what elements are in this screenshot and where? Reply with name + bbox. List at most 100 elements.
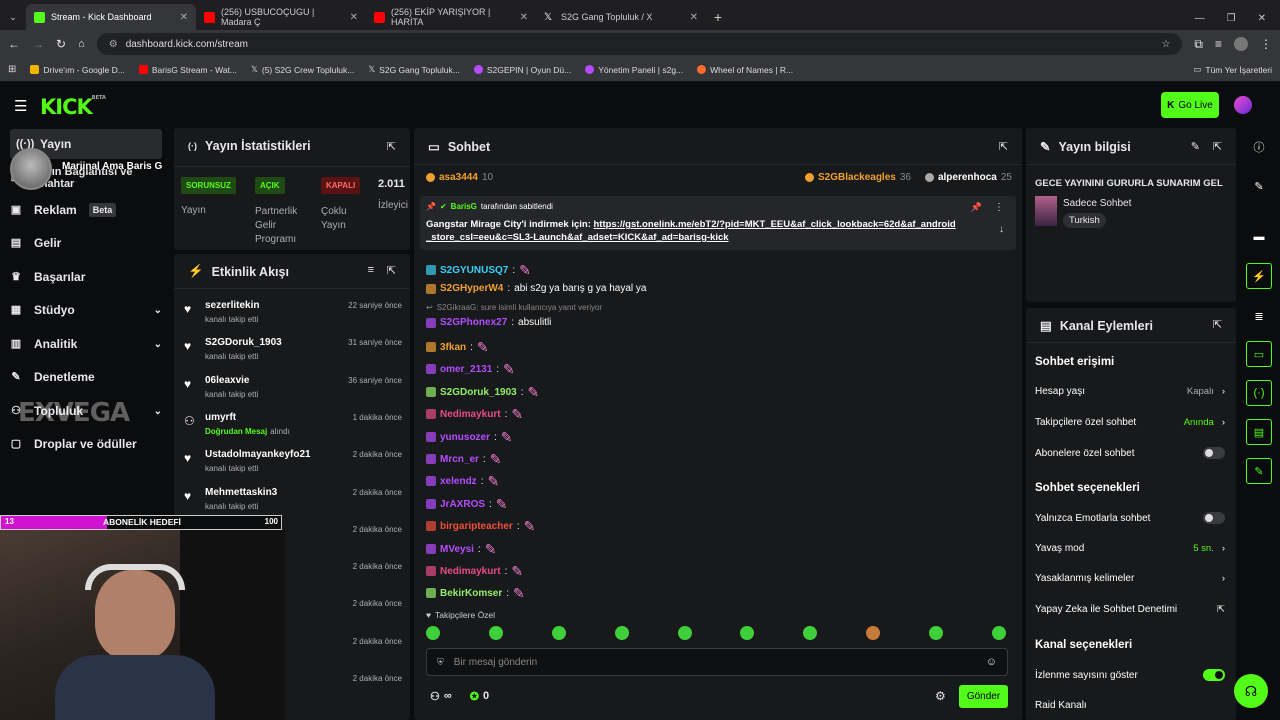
list-icon[interactable]: ≣ <box>1246 303 1272 329</box>
filter-icon[interactable]: ≡ <box>368 264 374 276</box>
close-tab-icon[interactable]: ✕ <box>180 12 188 23</box>
chat-username[interactable]: MVeysi <box>440 544 474 555</box>
activity-event[interactable]: ⚇ umyrft Doğrudan Mesaj alındı 1 dakika önce <box>182 410 402 447</box>
bookmark-item[interactable]: S2GEPIN | Oyun Dü... <box>473 65 571 75</box>
activity-event[interactable]: ♥ Ustadolmayankeyfo21 kanalı takip etti 2 d… <box>182 447 402 484</box>
sidebar-item-studyo[interactable]: ▦ Stüdyo ⌄ <box>10 296 162 324</box>
expand-icon[interactable]: ↓ <box>999 224 1004 235</box>
profile-avatar[interactable] <box>1234 37 1248 51</box>
chat-message[interactable]: BekirKomser: ✎ <box>426 585 529 601</box>
bookmark-item[interactable]: Wheel of Names | R... <box>697 65 793 75</box>
chat-message[interactable]: S2GYUNUSQ7: ✎ <box>426 262 535 278</box>
sidebar-item-analitik[interactable]: ▥ Analitik ⌄ <box>10 330 162 358</box>
activity-event[interactable]: ♥ sezerlitekin kanalı takip etti 22 saniye … <box>182 298 402 335</box>
bookmarks-folder[interactable]: ▭ Tüm Yer İşaretleri <box>1193 64 1272 75</box>
chat-username[interactable]: yunusozer <box>440 432 490 443</box>
pinned-message[interactable]: 📌 ✔ BarisG tarafından sabitlendi 📌 ⋮ ↓ G… <box>420 196 1016 250</box>
close-window-icon[interactable]: ✕ <box>1258 13 1266 24</box>
emote-icon[interactable] <box>803 626 818 640</box>
chat-username[interactable]: birgaripteacher <box>440 521 513 532</box>
sidebar-item-droplar[interactable]: ▢ Droplar ve ödüller <box>10 430 162 458</box>
sidebar-item-basarilar[interactable]: ♛ Başarılar <box>10 263 162 291</box>
emote-icon[interactable] <box>740 626 755 640</box>
sidebar-item-reklam[interactable]: ▣ Reklam Beta <box>10 196 162 224</box>
info-icon[interactable]: ⓘ <box>1246 134 1272 160</box>
emote-only-toggle[interactable] <box>1203 512 1225 524</box>
bookmark-star-icon[interactable]: ☆ <box>1161 39 1170 50</box>
popout-icon[interactable]: ⇱ <box>999 140 1008 153</box>
forward-icon[interactable]: → <box>32 37 44 51</box>
reload-icon[interactable]: ↻ <box>56 37 66 51</box>
bookmark-item[interactable]: BarisG Stream - Wat... <box>138 65 237 75</box>
more-icon[interactable]: ⋮ <box>994 202 1004 213</box>
menu-icon[interactable]: ⋮ <box>1260 37 1272 51</box>
edit-icon[interactable]: ✎ <box>1246 173 1272 199</box>
site-info-icon[interactable]: ⚙ <box>109 39 118 50</box>
kick-logo[interactable]: KICKBETA <box>40 95 106 119</box>
chat-username[interactable]: xelendz <box>440 476 477 487</box>
chat-message[interactable]: Mrcn_er: ✎ <box>426 451 506 467</box>
hamburger-menu-icon[interactable]: ☰ <box>14 97 27 115</box>
chat-message[interactable]: omer_2131: ✎ <box>426 361 519 377</box>
emote-icon[interactable] <box>614 626 629 640</box>
chat-message[interactable]: 3fkan: ✎ <box>426 339 493 355</box>
chat-username[interactable]: BekirKomser <box>440 588 502 599</box>
chat-message[interactable]: yunusozer: ✎ <box>426 429 517 445</box>
viewers-stat[interactable]: ⚇ ∞ <box>430 690 452 703</box>
close-tab-icon[interactable]: ✕ <box>690 12 698 23</box>
popout-icon[interactable]: ⇱ <box>387 140 396 153</box>
actions-icon[interactable]: ▤ <box>1246 419 1272 445</box>
chat-icon[interactable]: ▭ <box>1246 341 1272 367</box>
bookmark-item[interactable]: Yönetim Paneli | s2g... <box>585 65 683 75</box>
chat-username[interactable]: S2GYUNUSQ7 <box>440 265 508 276</box>
unpin-icon[interactable]: 📌 <box>971 202 982 213</box>
emote-icon[interactable] <box>677 626 692 640</box>
minimize-icon[interactable]: — <box>1195 13 1205 24</box>
banned-words-option[interactable]: Yasaklanmış kelimeler › <box>1035 573 1225 584</box>
popout-icon[interactable]: ⇱ <box>1213 318 1222 331</box>
apps-icon[interactable]: ⊞ <box>8 64 16 75</box>
chat-message[interactable]: JrAXROS: ✎ <box>426 496 512 512</box>
slow-mode-option[interactable]: Yavaş mod 5 sn. › <box>1035 543 1225 554</box>
emote-icon[interactable] <box>488 626 503 640</box>
chat-message[interactable]: Nedimaykurt: ✎ <box>426 563 527 579</box>
broadcast-icon[interactable]: (·) <box>1246 380 1272 406</box>
bookmark-item[interactable]: Drive'ım - Google D... <box>30 65 125 75</box>
sidebar-item-denetleme[interactable]: ✎ Denetleme <box>10 363 162 391</box>
sidebar-item-gelir[interactable]: ▤ Gelir <box>10 229 162 257</box>
chat-username[interactable]: S2GDoruk_1903 <box>440 387 517 398</box>
chat-username[interactable]: Nedimaykurt <box>440 409 501 420</box>
ai-moderation-option[interactable]: Yapay Zeka ile Sohbet Denetimi ⇱ <box>1035 604 1225 615</box>
browser-tab-youtube-1[interactable]: (256) USBUCOÇUGU | Madara Ç ✕ <box>196 4 366 30</box>
chat-username[interactable]: S2GHyperW4 <box>440 283 503 294</box>
chat-message[interactable]: S2GPhonex27: absulitli <box>426 317 551 328</box>
popout-icon[interactable]: ⇱ <box>1213 140 1222 153</box>
url-field[interactable]: ⚙ dashboard.kick.com/stream ☆ <box>96 33 1183 55</box>
back-icon[interactable]: ← <box>8 37 20 51</box>
user-avatar[interactable] <box>1234 96 1252 114</box>
restore-icon[interactable]: ❐ <box>1227 13 1236 24</box>
browser-tab-youtube-2[interactable]: (256) EKİP YARIŞIYOR | HARİTA ✕ <box>366 4 536 30</box>
raid-option[interactable]: Raid Kanalı <box>1035 700 1225 711</box>
top-user[interactable]: S2GBlackeagles 36 <box>805 172 911 183</box>
top-user[interactable]: alperenhoca 25 <box>924 172 1012 183</box>
emote-icon[interactable] <box>991 626 1006 640</box>
chat-message[interactable]: S2GHyperW4: abi s2g ya barış g ya hayal y… <box>426 283 646 294</box>
bookmark-item[interactable]: 𝕏 S2G Gang Topluluk... <box>368 64 460 75</box>
chat-username[interactable]: JrAXROS <box>440 499 485 510</box>
chat-message[interactable]: S2GDoruk_1903: ✎ <box>426 384 544 400</box>
send-button[interactable]: Gönder <box>959 685 1008 708</box>
emote-icon[interactable] <box>866 626 881 640</box>
followers-chat-option[interactable]: Takipçilere özel sohbet Anında › <box>1035 417 1225 428</box>
activity-event[interactable]: ♥ S2GDoruk_1903 kanalı takip etti 31 saniye… <box>182 335 402 372</box>
new-tab-icon[interactable]: + <box>706 4 730 30</box>
emote-icon[interactable] <box>551 626 566 640</box>
extensions-icon[interactable]: ⧉ <box>1194 37 1203 52</box>
chat-input[interactable]: ⛨ Bir mesaj gönderin ☺ <box>426 648 1008 676</box>
chat-settings-icon[interactable]: ⚙ <box>935 689 946 703</box>
emote-icon[interactable] <box>426 626 440 640</box>
chat-username[interactable]: 3fkan <box>440 342 466 353</box>
close-tab-icon[interactable]: ✕ <box>520 12 528 23</box>
chat-reply-context[interactable]: ↩ S2GikraaG: sure isimli kullanıcıya yanı… <box>426 303 602 312</box>
top-user[interactable]: asa3444 10 <box>426 172 493 183</box>
